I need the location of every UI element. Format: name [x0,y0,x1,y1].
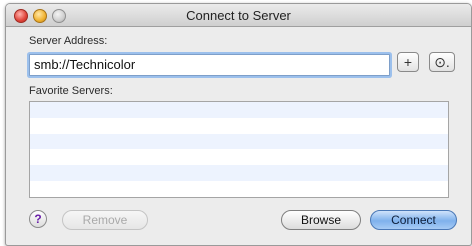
recent-servers-icon: ⊙. [434,54,450,70]
remove-button[interactable]: Remove [62,210,148,230]
server-address-label: Server Address: [29,35,108,47]
favorite-servers-list[interactable] [29,101,449,198]
connect-to-server-window: Connect to Server Server Address: smb://… [5,3,472,246]
server-address-value: smb://Technicolor [34,57,136,72]
list-item[interactable] [30,118,448,134]
title-bar[interactable]: Connect to Server [6,4,471,27]
favorite-servers-label: Favorite Servers: [29,85,113,97]
list-item[interactable] [30,181,448,197]
browse-button[interactable]: Browse [281,210,361,230]
help-button[interactable]: ? [29,210,47,228]
plus-icon: + [403,54,413,70]
window-title: Connect to Server [186,8,291,23]
list-item[interactable] [30,102,448,118]
list-item[interactable] [30,165,448,181]
recent-servers-button[interactable]: ⊙. [429,52,455,72]
server-address-input[interactable]: smb://Technicolor [29,54,390,76]
list-item[interactable] [30,133,448,150]
list-item[interactable] [30,149,448,165]
question-mark-icon: ? [34,212,42,226]
connect-button[interactable]: Connect [370,210,457,230]
add-to-favorites-button[interactable]: + [397,52,419,72]
